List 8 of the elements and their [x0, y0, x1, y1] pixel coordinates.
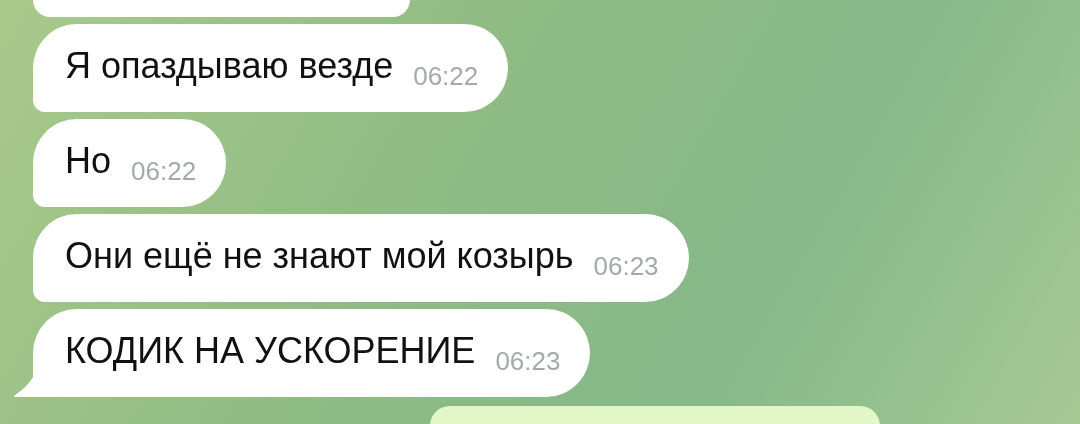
message-text: КОДИК НА УСКОРЕНИЕ	[65, 330, 476, 372]
message-text: Они ещё не знают мой козырь	[65, 235, 574, 277]
message-time: 06:23	[593, 250, 659, 282]
message-time: 06:22	[413, 60, 479, 92]
message-time: 06:23	[495, 345, 561, 377]
message-text: Я опаздываю везде	[65, 45, 394, 87]
message-text: Но	[65, 140, 112, 182]
message-time: 06:22	[131, 155, 197, 187]
